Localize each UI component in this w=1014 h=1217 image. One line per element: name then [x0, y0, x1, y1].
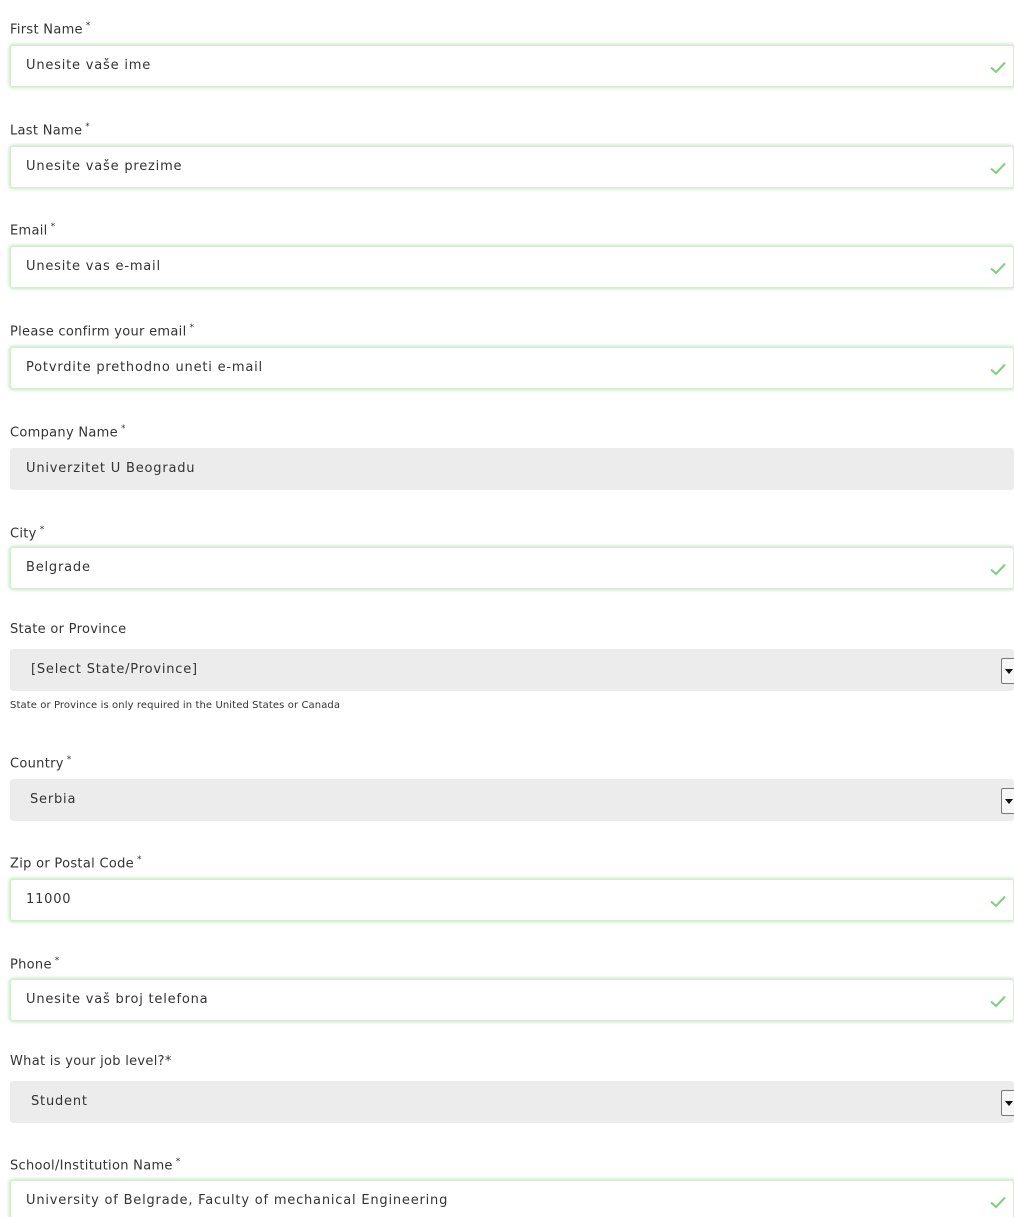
last-name-label: Last Name * [10, 122, 91, 139]
required-marker: * [66, 755, 72, 765]
required-marker: * [120, 424, 126, 434]
checkmark-icon [989, 360, 1007, 378]
checkmark-icon [989, 1193, 1007, 1211]
required-marker: * [136, 855, 142, 865]
school-input[interactable]: University of Belgrade, Faculty of mecha… [10, 1180, 1014, 1217]
checkmark-icon [989, 560, 1007, 578]
checkmark-icon [989, 259, 1007, 277]
company-name-label: Company Name * [10, 424, 126, 441]
phone-input[interactable]: Unesite vaš broj telefona [10, 979, 1014, 1021]
checkmark-icon [989, 58, 1007, 76]
city-input[interactable]: Belgrade [10, 547, 1014, 589]
email-value: Unesite vas e-mail [26, 259, 161, 274]
zip-input[interactable]: 11000 [10, 879, 1014, 921]
dropdown-arrow-icon[interactable] [1001, 1090, 1014, 1116]
required-marker: * [39, 525, 45, 535]
first-name-label: First Name * [10, 21, 91, 38]
job-level-label: What is your job level?* [10, 1054, 172, 1069]
required-marker: * [85, 21, 91, 31]
dropdown-arrow-icon[interactable] [1001, 788, 1014, 814]
city-value: Belgrade [26, 560, 91, 575]
confirm-email-value: Potvrdite prethodno uneti e-mail [26, 360, 263, 375]
email-input[interactable]: Unesite vas e-mail [10, 246, 1014, 288]
school-value: University of Belgrade, Faculty of mecha… [26, 1193, 449, 1208]
city-label: City * [10, 525, 45, 542]
phone-label: Phone * [10, 956, 60, 973]
last-name-value: Unesite vaše prezime [26, 159, 183, 174]
state-province-hint: State or Province is only required in th… [10, 700, 341, 711]
job-level-value: Student [31, 1094, 88, 1109]
first-name-value: Unesite vaše ime [26, 58, 152, 73]
school-label: School/Institution Name * [10, 1157, 181, 1174]
country-value: Serbia [30, 792, 77, 807]
checkmark-icon [989, 159, 1007, 177]
company-name-input[interactable]: Univerzitet U Beogradu [10, 448, 1014, 490]
confirm-email-input[interactable]: Potvrdite prethodno uneti e-mail [10, 347, 1014, 389]
state-province-label: State or Province [10, 622, 127, 637]
job-level-select[interactable]: Student [10, 1081, 1014, 1123]
last-name-input[interactable]: Unesite vaše prezime [10, 146, 1014, 188]
required-marker: * [175, 1157, 181, 1167]
checkmark-icon [989, 892, 1007, 910]
country-select[interactable]: Serbia [10, 779, 1014, 821]
zip-value: 11000 [26, 892, 72, 907]
confirm-email-label: Please confirm your email * [10, 323, 195, 340]
company-name-value: Univerzitet U Beogradu [26, 461, 196, 476]
state-province-value: [Select State/Province] [31, 662, 198, 677]
dropdown-arrow-icon[interactable] [1001, 658, 1014, 684]
required-marker: * [54, 956, 60, 966]
required-marker: * [50, 222, 56, 232]
first-name-input[interactable]: Unesite vaše ime [10, 45, 1014, 87]
checkmark-icon [989, 992, 1007, 1010]
required-marker: * [85, 122, 91, 132]
phone-value: Unesite vaš broj telefona [26, 992, 209, 1007]
state-province-select[interactable]: [Select State/Province] [10, 649, 1014, 691]
email-label: Email * [10, 222, 56, 239]
country-label: Country * [10, 755, 72, 772]
required-marker: * [189, 323, 195, 333]
zip-label: Zip or Postal Code * [10, 855, 142, 872]
